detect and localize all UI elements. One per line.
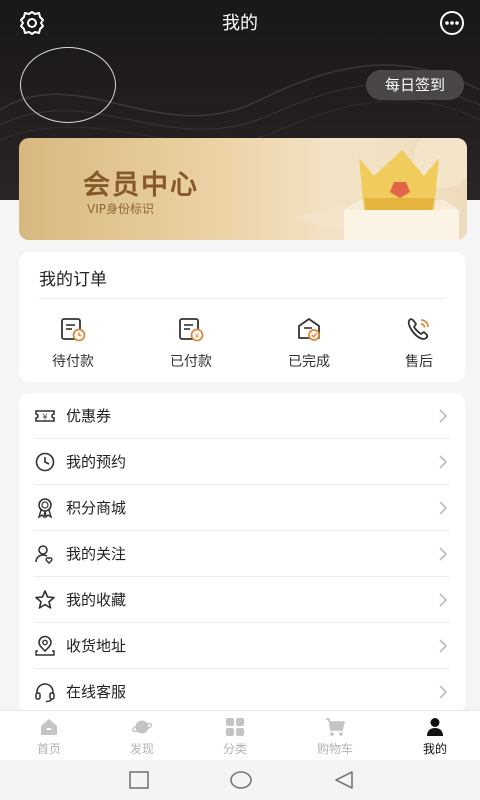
chevron-right-icon [439, 547, 448, 561]
home-button-icon[interactable] [230, 770, 252, 790]
orders-title: 我的订单 [39, 270, 107, 290]
menu-item-label: 我的预约 [66, 453, 127, 471]
tab-label: 分类 [222, 742, 247, 756]
order-completed[interactable]: 已完成 [269, 314, 349, 371]
order-pending-payment-label: 待付款 [52, 354, 94, 370]
cart-icon [326, 718, 345, 736]
tab-label: 购物车 [316, 742, 353, 756]
menu-item-coupon[interactable]: ¥ 优惠券 [19, 393, 465, 439]
tab-label: 首页 [36, 742, 61, 756]
person-icon [427, 718, 443, 736]
chevron-right-icon [439, 593, 448, 607]
paid-icon: ¥ [179, 318, 204, 342]
menu-item-address[interactable]: 收货地址 [19, 623, 465, 669]
home-icon [41, 719, 57, 735]
page-title: 我的 [222, 13, 258, 34]
chevron-right-icon [439, 501, 448, 515]
tab-category[interactable]: 分类 [195, 717, 275, 757]
after-sales-icon [407, 318, 429, 340]
svg-text:¥: ¥ [195, 332, 200, 340]
order-paid-label: 已付款 [170, 354, 212, 370]
tab-label: 我的 [422, 742, 447, 756]
avatar[interactable] [20, 47, 116, 123]
menu-item-points-mall[interactable]: 积分商城 [19, 485, 465, 531]
top-bar: 我的 [0, 0, 480, 44]
system-navigation-bar [0, 760, 480, 800]
menu-item-label: 收货地址 [66, 637, 127, 655]
tab-cart[interactable]: 购物车 [295, 717, 375, 757]
headset-icon [35, 683, 55, 703]
completed-icon [298, 318, 320, 341]
daily-checkin-button[interactable]: 每日签到 [366, 70, 464, 100]
menu-item-favorites[interactable]: 我的收藏 [19, 577, 465, 623]
user-follow-icon [35, 545, 53, 564]
menu-item-label: 优惠券 [66, 407, 112, 425]
grid-icon [226, 718, 244, 736]
order-after-sales[interactable]: 售后 [379, 314, 459, 371]
menu-item-appointment[interactable]: 我的预约 [19, 439, 465, 485]
chevron-right-icon [439, 685, 448, 699]
medal-icon [37, 498, 53, 519]
vip-center-banner[interactable]: 会员中心 VIP身份标识 [19, 138, 467, 240]
vip-title: 会员中心 [83, 170, 199, 201]
back-icon[interactable] [333, 770, 355, 790]
tab-mine[interactable]: 我的 [395, 717, 475, 757]
service-menu-card: ¥ 优惠券 我的预约 积分商城 我的关注 我的收藏 收货地址 在线客服 [19, 393, 465, 713]
location-icon [35, 635, 55, 656]
tab-home[interactable]: 首页 [9, 717, 89, 757]
bottom-tab-bar: 首页 发现 分类 购物车 我的 [0, 710, 480, 760]
star-icon [35, 590, 55, 609]
order-paid[interactable]: ¥ 已付款 [151, 314, 231, 371]
crown-icon [294, 138, 467, 240]
clock-icon [35, 452, 55, 472]
chevron-right-icon [439, 409, 448, 423]
coupon-icon: ¥ [35, 410, 55, 422]
menu-item-label: 在线客服 [66, 683, 127, 701]
my-orders-card: 我的订单 待付款 ¥ 已付款 已完成 售后 [19, 252, 465, 382]
svg-text:¥: ¥ [42, 413, 47, 422]
tab-label: 发现 [129, 742, 154, 756]
menu-item-label: 我的关注 [66, 545, 127, 563]
menu-item-customer-service[interactable]: 在线客服 [19, 669, 465, 713]
planet-icon [132, 720, 152, 734]
vip-subtitle: VIP身份标识 [87, 202, 154, 216]
order-after-sales-label: 售后 [405, 354, 433, 370]
recent-apps-icon[interactable] [128, 770, 150, 790]
chevron-right-icon [439, 455, 448, 469]
tab-discover[interactable]: 发现 [102, 717, 182, 757]
menu-item-label: 我的收藏 [66, 591, 127, 609]
menu-item-following[interactable]: 我的关注 [19, 531, 465, 577]
orders-divider [39, 298, 445, 299]
more-options-icon[interactable] [438, 9, 466, 37]
order-pending-payment[interactable]: 待付款 [33, 314, 113, 371]
chevron-right-icon [439, 639, 448, 653]
pending-payment-icon [61, 318, 86, 342]
order-completed-label: 已完成 [288, 354, 330, 370]
menu-item-label: 积分商城 [66, 499, 127, 517]
